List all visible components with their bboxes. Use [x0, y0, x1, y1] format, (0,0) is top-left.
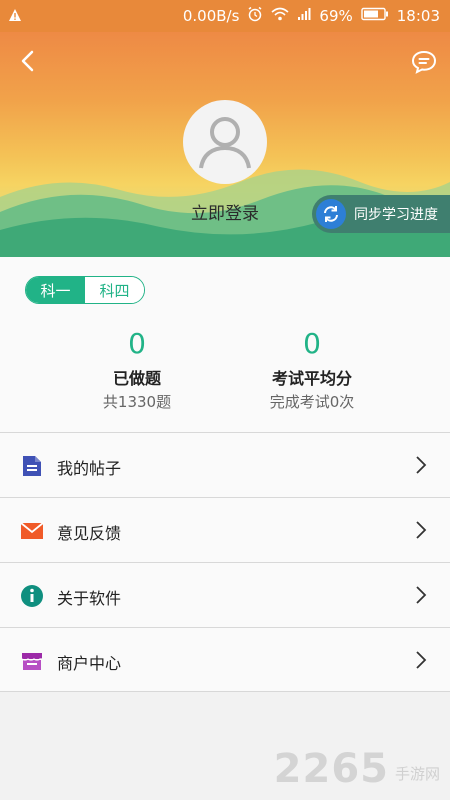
menu-list: 我的帖子 意见反馈 关于软件 商户中心 — [0, 432, 450, 692]
chevron-left-icon — [21, 50, 34, 72]
info-icon — [20, 584, 44, 608]
signal-icon — [297, 7, 311, 25]
menu-item-about[interactable]: 关于软件 — [0, 562, 450, 627]
sync-icon — [316, 199, 346, 229]
menu-item-merchant-center[interactable]: 商户中心 — [0, 627, 450, 692]
questions-done-stat: 0 已做题 共1330题 — [47, 327, 227, 412]
menu-item-feedback[interactable]: 意见反馈 — [0, 497, 450, 562]
exams-completed: 完成考试0次 — [269, 393, 355, 411]
store-icon — [20, 649, 44, 673]
chevron-right-icon — [416, 456, 427, 474]
network-speed: 0.00B/s — [182, 7, 240, 25]
menu-item-my-posts[interactable]: 我的帖子 — [0, 432, 450, 497]
status-bar: 0.00B/s 69% 18:03 — [0, 0, 450, 32]
exam-average-score: 0 — [303, 327, 321, 360]
battery-percent: 69% — [319, 7, 353, 25]
profile-header: 立即登录 同步学习进度 — [0, 32, 450, 257]
menu-label: 我的帖子 — [57, 459, 122, 478]
menu-label: 关于软件 — [57, 589, 122, 608]
alarm-icon — [247, 6, 263, 26]
exam-average-stat: 0 考试平均分 完成考试0次 — [222, 327, 402, 412]
questions-done-count: 0 — [128, 327, 146, 360]
questions-done-label: 已做题 — [112, 369, 161, 388]
clock-time: 18:03 — [396, 7, 440, 25]
stats-panel: 科一 科四 0 已做题 共1330题 0 考试平均分 完成考试0次 — [0, 257, 450, 432]
watermark: 2265 手游网 — [274, 746, 440, 792]
avatar[interactable] — [183, 100, 267, 184]
sync-progress-button[interactable]: 同步学习进度 — [312, 195, 450, 233]
menu-label: 商户中心 — [57, 654, 122, 673]
chevron-right-icon — [416, 651, 427, 669]
chevron-right-icon — [416, 586, 427, 604]
menu-label: 意见反馈 — [57, 524, 122, 543]
message-button[interactable] — [410, 48, 438, 76]
battery-icon — [361, 7, 389, 25]
tab-subject-four[interactable]: 科四 — [85, 277, 144, 303]
watermark-suffix: 手游网 — [394, 765, 440, 783]
tab-subject-one[interactable]: 科一 — [26, 277, 85, 303]
user-icon — [199, 117, 251, 169]
warning-icon — [8, 8, 22, 26]
sync-label: 同步学习进度 — [354, 207, 438, 223]
wifi-icon — [271, 7, 289, 25]
chevron-right-icon — [416, 521, 427, 539]
subject-toggle: 科一 科四 — [25, 276, 145, 304]
questions-total: 共1330题 — [102, 393, 172, 411]
mail-icon — [20, 519, 44, 543]
watermark-number: 2265 — [273, 746, 389, 792]
chat-bubble-icon — [411, 50, 437, 74]
document-icon — [20, 454, 44, 478]
back-button[interactable] — [14, 46, 44, 76]
exam-average-label: 考试平均分 — [271, 369, 352, 388]
